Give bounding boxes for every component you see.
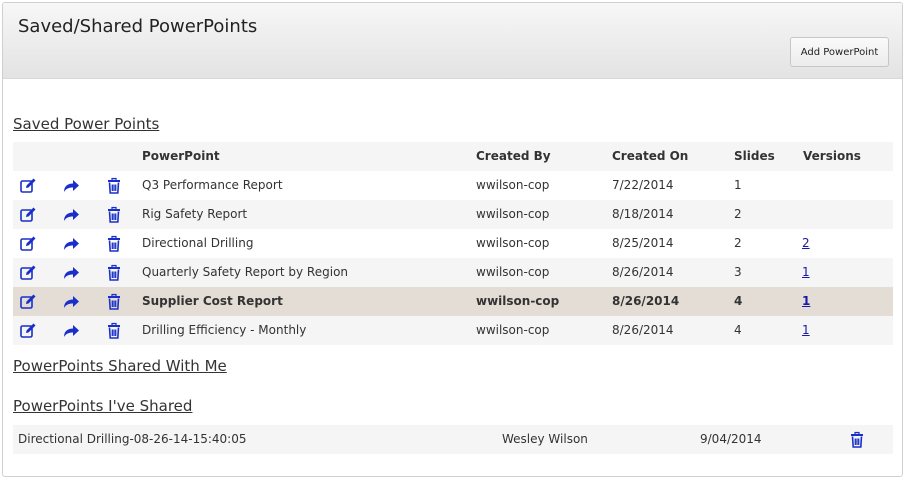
edit-icon[interactable] xyxy=(19,293,37,311)
share-icon[interactable] xyxy=(62,264,80,282)
saved-shared-panel: Saved/Shared PowerPoints Add PowerPoint … xyxy=(2,2,903,477)
shared-powerpoint-name: Directional Drilling-08-26-14-15:40:05 xyxy=(18,432,247,446)
versions-link[interactable]: 1 xyxy=(802,316,810,345)
created-by: wwilson-cop xyxy=(476,207,550,221)
add-powerpoint-button[interactable]: Add PowerPoint xyxy=(790,37,889,67)
powerpoint-name: Supplier Cost Report xyxy=(142,294,283,308)
share-icon[interactable] xyxy=(62,293,80,311)
ive-shared-table: Directional Drilling-08-26-14-15:40:05 We… xyxy=(13,425,893,454)
created-by: wwilson-cop xyxy=(476,178,550,192)
col-powerpoint: PowerPoint xyxy=(142,149,220,163)
created-on: 8/25/2014 xyxy=(612,236,674,250)
trash-icon[interactable] xyxy=(848,431,866,449)
created-by: wwilson-cop xyxy=(476,265,550,279)
created-on: 8/18/2014 xyxy=(612,207,674,221)
created-by: wwilson-cop xyxy=(476,323,550,337)
created-on: 8/26/2014 xyxy=(612,294,680,308)
shared-with-user: Wesley Wilson xyxy=(502,432,588,446)
col-versions: Versions xyxy=(803,149,861,163)
table-header-row: PowerPoint Created By Created On Slides … xyxy=(13,142,893,171)
trash-icon[interactable] xyxy=(105,235,123,253)
shared-row[interactable]: Directional Drilling-08-26-14-15:40:05 We… xyxy=(13,425,893,454)
col-created-by: Created By xyxy=(476,149,551,163)
share-icon[interactable] xyxy=(62,235,80,253)
col-created-on: Created On xyxy=(612,149,689,163)
edit-icon[interactable] xyxy=(19,264,37,282)
powerpoint-name: Directional Drilling xyxy=(142,236,254,250)
saved-section-title: Saved Power Points xyxy=(13,115,160,133)
powerpoint-name: Quarterly Safety Report by Region xyxy=(142,265,349,279)
slide-count: 2 xyxy=(734,207,742,221)
share-icon[interactable] xyxy=(62,206,80,224)
created-on: 8/26/2014 xyxy=(612,323,674,337)
table-row[interactable]: Supplier Cost Report wwilson-cop 8/26/2014… xyxy=(13,287,893,316)
panel-header: Saved/Shared PowerPoints Add PowerPoint xyxy=(3,3,902,79)
table-row[interactable]: Drilling Efficiency - Monthly wwilson-cop… xyxy=(13,316,893,345)
trash-icon[interactable] xyxy=(105,293,123,311)
table-row[interactable]: Quarterly Safety Report by Region wwilson… xyxy=(13,258,893,287)
trash-icon[interactable] xyxy=(105,177,123,195)
slide-count: 1 xyxy=(734,178,742,192)
edit-icon[interactable] xyxy=(19,235,37,253)
shared-with-me-title: PowerPoints Shared With Me xyxy=(13,357,227,375)
share-icon[interactable] xyxy=(62,177,80,195)
edit-icon[interactable] xyxy=(19,177,37,195)
created-on: 8/26/2014 xyxy=(612,265,674,279)
edit-icon[interactable] xyxy=(19,206,37,224)
versions-link[interactable]: 1 xyxy=(802,287,810,316)
created-by: wwilson-cop xyxy=(476,294,560,308)
slide-count: 3 xyxy=(734,265,742,279)
col-slides: Slides xyxy=(734,149,775,163)
edit-icon[interactable] xyxy=(19,322,37,340)
trash-icon[interactable] xyxy=(105,322,123,340)
page-title: Saved/Shared PowerPoints xyxy=(18,16,258,37)
table-row[interactable]: Q3 Performance Report wwilson-cop 7/22/201… xyxy=(13,171,893,200)
powerpoint-name: Q3 Performance Report xyxy=(142,178,283,192)
slide-count: 4 xyxy=(734,294,743,308)
table-row[interactable]: Rig Safety Report wwilson-cop 8/18/2014 2 xyxy=(13,200,893,229)
table-row[interactable]: Directional Drilling wwilson-cop 8/25/2014… xyxy=(13,229,893,258)
created-by: wwilson-cop xyxy=(476,236,550,250)
versions-link[interactable]: 1 xyxy=(802,258,810,287)
saved-table: PowerPoint Created By Created On Slides … xyxy=(13,142,893,345)
slide-count: 4 xyxy=(734,323,742,337)
trash-icon[interactable] xyxy=(105,206,123,224)
shared-date: 9/04/2014 xyxy=(700,432,762,446)
powerpoint-name: Rig Safety Report xyxy=(142,207,248,221)
trash-icon[interactable] xyxy=(105,264,123,282)
share-icon[interactable] xyxy=(62,322,80,340)
powerpoint-name: Drilling Efficiency - Monthly xyxy=(142,323,307,337)
slide-count: 2 xyxy=(734,236,742,250)
created-on: 7/22/2014 xyxy=(612,178,674,192)
versions-link[interactable]: 2 xyxy=(802,229,810,258)
ive-shared-title: PowerPoints I've Shared xyxy=(13,397,193,415)
